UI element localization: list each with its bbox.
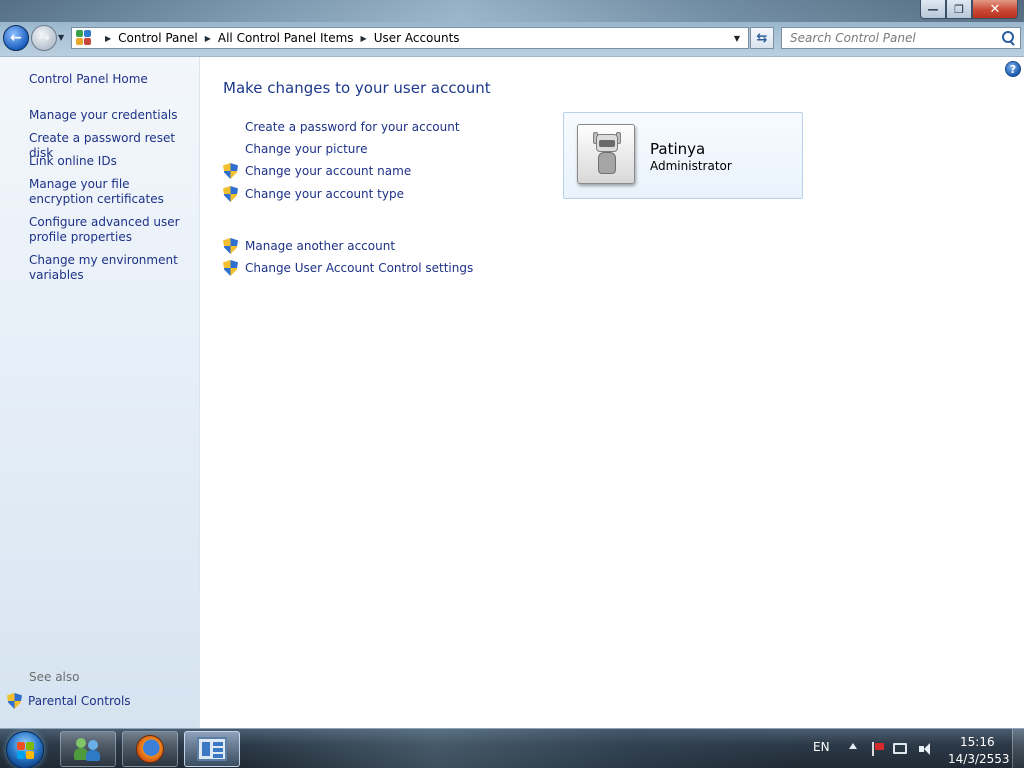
back-arrow-icon: ←	[10, 30, 22, 46]
firefox-icon	[136, 735, 164, 763]
search-icon[interactable]	[999, 29, 1017, 47]
task-create-password[interactable]: Create a password for your account	[223, 119, 460, 135]
window-titlebar: — ❐ ✕ ← → ▼ ▶ Control Panel ▶ All Contro…	[0, 0, 1024, 56]
task-uac-settings[interactable]: Change User Account Control settings	[223, 260, 473, 276]
help-button[interactable]: ?	[1005, 61, 1021, 77]
clock-date[interactable]: 14/3/2553	[948, 752, 1010, 766]
task-manage-another-account[interactable]: Manage another account	[223, 238, 395, 254]
recent-pages-dropdown[interactable]: ▼	[58, 33, 64, 42]
address-bar[interactable]: ▶ Control Panel ▶ All Control Panel Item…	[71, 27, 749, 49]
task-label[interactable]: Change User Account Control settings	[245, 261, 473, 275]
titlebar-glass	[0, 0, 1024, 22]
forward-button[interactable]: →	[31, 25, 57, 51]
task-pane: Control Panel Home Manage your credentia…	[0, 57, 200, 729]
uac-shield-icon	[223, 260, 238, 276]
taskbar-firefox[interactable]	[122, 731, 178, 767]
sidebar-manage-credentials[interactable]: Manage your credentials	[29, 108, 194, 123]
sidebar-file-encryption[interactable]: Manage your file encryption certificates	[29, 177, 194, 207]
uac-shield-icon	[223, 186, 238, 202]
account-role: Administrator	[650, 159, 732, 173]
network-icon[interactable]	[893, 743, 907, 754]
uac-shield-icon	[7, 693, 22, 709]
taskbar-user-accounts[interactable]	[60, 731, 116, 767]
volume-icon[interactable]	[918, 742, 934, 756]
task-change-account-type[interactable]: Change your account type	[223, 186, 404, 202]
breadcrumb-chevron-icon[interactable]: ▶	[361, 34, 367, 43]
minimize-button[interactable]: —	[920, 0, 946, 19]
uac-shield-icon	[223, 163, 238, 179]
control-panel-icon	[76, 30, 92, 46]
breadcrumb-chevron-icon[interactable]: ▶	[105, 34, 111, 43]
control-panel-icon	[197, 737, 227, 761]
task-label[interactable]: Manage another account	[245, 239, 395, 253]
account-tile: Patinya Administrator	[563, 112, 803, 199]
search-box[interactable]	[781, 27, 1021, 49]
refresh-button[interactable]: ⇆	[750, 27, 774, 49]
refresh-icon: ⇆	[756, 30, 768, 46]
sidebar-control-panel-home[interactable]: Control Panel Home	[29, 72, 194, 87]
task-label[interactable]: Create a password for your account	[245, 120, 460, 134]
see-also-label: See also	[29, 670, 80, 684]
task-label[interactable]: Change your account type	[245, 187, 404, 201]
forward-arrow-icon: →	[38, 30, 50, 46]
close-button[interactable]: ✕	[972, 0, 1018, 19]
user-accounts-icon	[74, 736, 102, 762]
taskbar: EN 15:16 14/3/2553	[0, 728, 1024, 768]
task-label[interactable]: Change your picture	[245, 142, 367, 156]
breadcrumb-all-items[interactable]: All Control Panel Items	[218, 31, 354, 45]
breadcrumb-control-panel[interactable]: Control Panel	[118, 31, 198, 45]
task-change-account-name[interactable]: Change your account name	[223, 163, 411, 179]
account-name: Patinya	[650, 140, 706, 158]
clock-time[interactable]: 15:16	[960, 735, 995, 749]
sidebar-parental-controls[interactable]: Parental Controls	[7, 693, 131, 709]
page-title: Make changes to your user account	[223, 79, 491, 97]
help-icon: ?	[1009, 62, 1017, 76]
sidebar-environment-variables[interactable]: Change my environment variables	[29, 253, 194, 283]
sidebar-link-online-ids[interactable]: Link online IDs	[29, 154, 194, 169]
robot-avatar-icon	[592, 132, 622, 176]
task-label[interactable]: Change your account name	[245, 164, 411, 178]
sidebar-advanced-profile[interactable]: Configure advanced user profile properti…	[29, 215, 194, 245]
search-input[interactable]	[782, 28, 999, 48]
windows-logo-icon	[17, 742, 35, 760]
start-button[interactable]	[6, 731, 44, 768]
breadcrumb-chevron-icon[interactable]: ▶	[205, 34, 211, 43]
uac-shield-icon	[223, 238, 238, 254]
back-button[interactable]: ←	[3, 25, 29, 51]
breadcrumb-user-accounts[interactable]: User Accounts	[374, 31, 460, 45]
show-hidden-icons-icon[interactable]	[849, 743, 857, 749]
show-desktop-button[interactable]	[1012, 729, 1024, 768]
parental-controls-label[interactable]: Parental Controls	[28, 694, 131, 708]
taskbar-control-panel[interactable]	[184, 731, 240, 767]
restore-button[interactable]: ❐	[946, 0, 972, 19]
address-dropdown-icon[interactable]: ▼	[728, 28, 746, 48]
action-center-flag-icon[interactable]	[870, 742, 886, 756]
task-change-picture[interactable]: Change your picture	[223, 141, 367, 157]
language-indicator[interactable]: EN	[813, 740, 830, 754]
window-content: Control Panel Home Manage your credentia…	[0, 56, 1024, 729]
avatar	[577, 124, 635, 184]
caption-buttons: — ❐ ✕	[920, 0, 1018, 19]
